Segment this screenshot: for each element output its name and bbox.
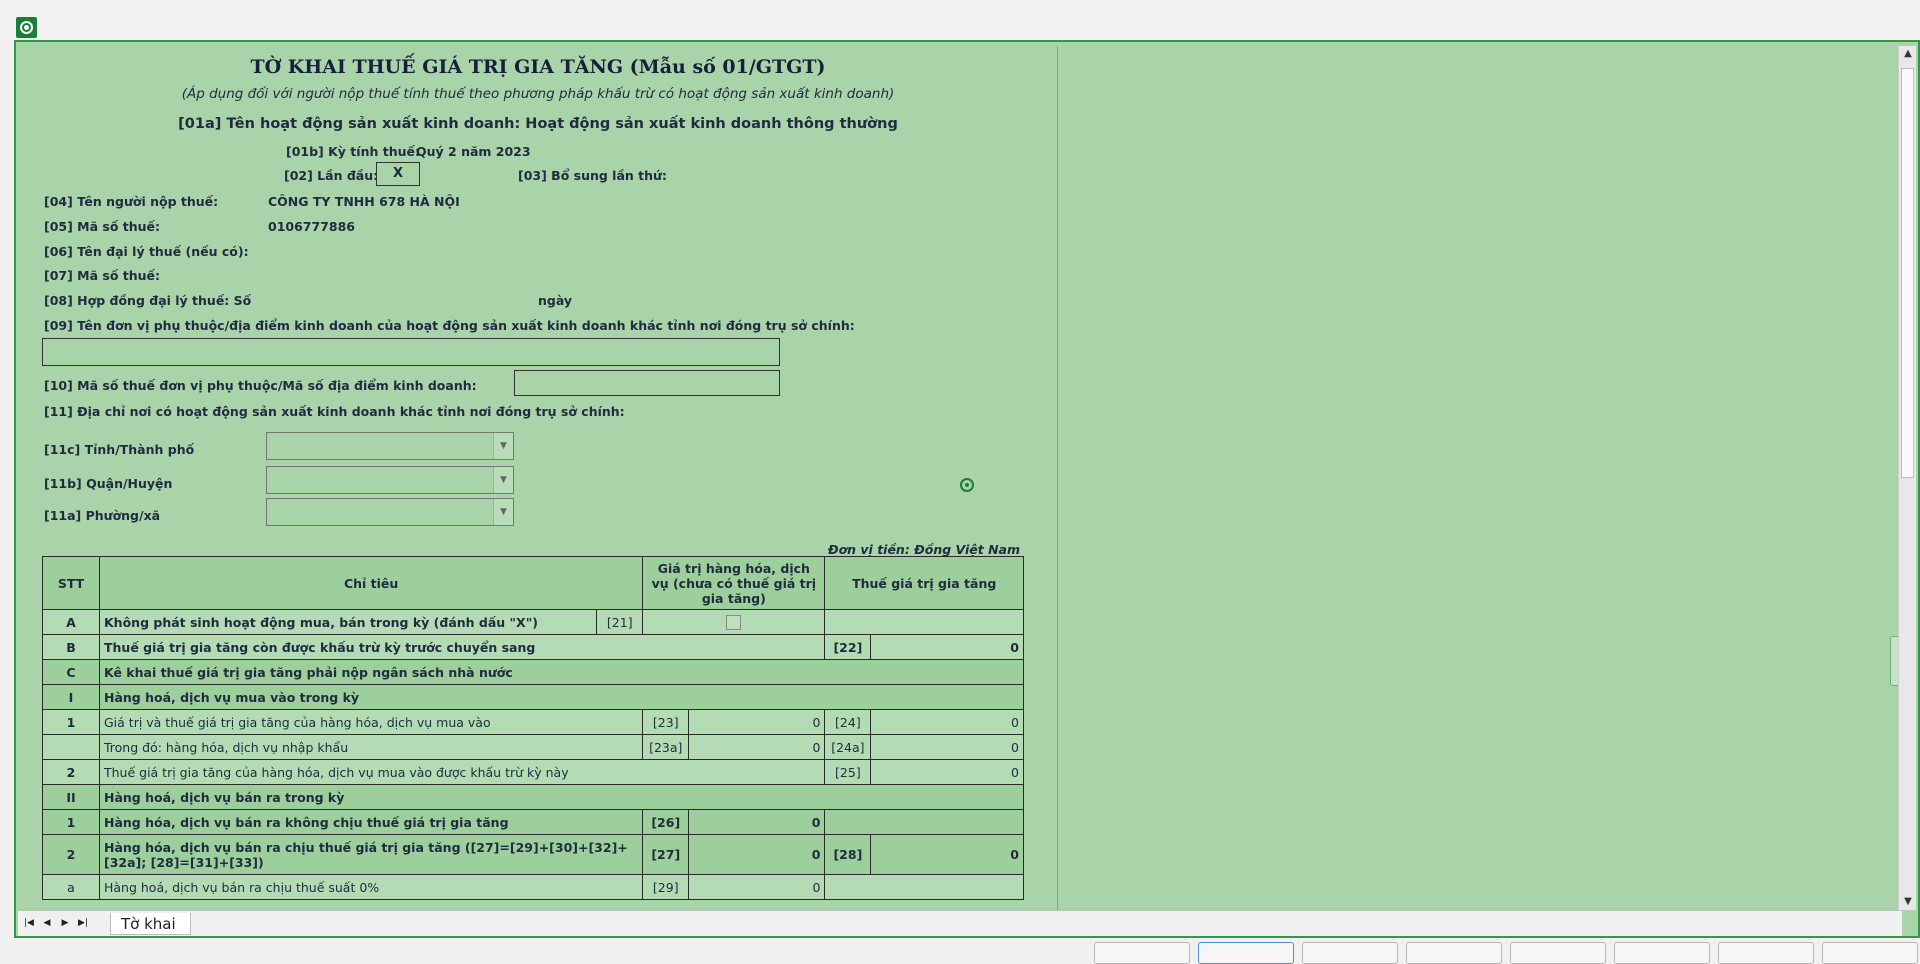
top-bar [0, 0, 1920, 40]
app-logo-icon[interactable] [16, 17, 37, 38]
district-label: [11b] Quận/Huyện [44, 476, 173, 491]
first-time-label: [02] Lần đầu: [284, 168, 379, 183]
table-row: Trong đó: hàng hóa, dịch vụ nhập khẩu [2… [42, 734, 1024, 760]
action-button[interactable] [1094, 942, 1190, 964]
scroll-up-icon[interactable]: ▲ [1899, 46, 1917, 62]
table-row: 1 Giá trị và thuế giá trị gia tăng của h… [42, 709, 1024, 735]
chevron-down-icon[interactable]: ▼ [493, 499, 513, 525]
chevron-down-icon[interactable]: ▼ [493, 433, 513, 459]
tab-to-khai[interactable]: Tờ khai [110, 913, 191, 935]
agent-contract-date-label: ngày [538, 293, 573, 308]
first-sheet-icon[interactable]: |◀ [22, 915, 36, 931]
header-stt: STT [42, 556, 100, 610]
last-sheet-icon[interactable]: ▶| [76, 915, 90, 931]
tax-code-label: [05] Mã số thuế: [44, 219, 161, 234]
action-button[interactable] [1822, 942, 1918, 964]
next-sheet-icon[interactable]: ▶ [58, 915, 72, 931]
tax-period-value: Quý 2 năm 2023 [416, 144, 531, 159]
header-gia-tri: Giá trị hàng hóa, dịch vụ (chưa có thuế … [642, 556, 826, 610]
declaration-table: STT Chỉ tiêu Giá trị hàng hóa, dịch vụ (… [42, 556, 1024, 900]
tax-code-value: 0106777886 [268, 219, 355, 234]
province-label: [11c] Tỉnh/Thành phố [44, 442, 195, 457]
table-row: 2 Thuế giá trị gia tăng của hàng hóa, dị… [42, 759, 1024, 785]
table-row: a Hàng hoá, dịch vụ bán ra chịu thuế suấ… [42, 874, 1024, 900]
tax-period-label: [01b] Kỳ tính thuế: [286, 144, 420, 159]
chevron-down-icon[interactable]: ▼ [493, 467, 513, 493]
currency-unit: Đơn vị tiền: Đồng Việt Nam [828, 542, 1020, 557]
table-row: II Hàng hoá, dịch vụ bán ra trong kỳ [42, 784, 1024, 810]
table-row: B Thuế giá trị gia tăng còn được khấu tr… [42, 634, 1024, 660]
prev-sheet-icon[interactable]: ◀ [40, 915, 54, 931]
taxpayer-name-value: CÔNG TY TNHH 678 HÀ NỘI [268, 194, 460, 209]
action-button[interactable] [1718, 942, 1814, 964]
header-thue: Thuế giá trị gia tăng [824, 556, 1024, 610]
action-button[interactable] [1614, 942, 1710, 964]
tax-agent-label: [06] Tên đại lý thuế (nếu có): [44, 244, 249, 259]
branch-tax-code-input[interactable] [514, 370, 780, 396]
declaration-sheet: TỜ KHAI THUẾ GIÁ TRỊ GIA TĂNG (Mẫu số 01… [18, 46, 1058, 910]
supplement-label: [03] Bổ sung lần thứ: [518, 168, 667, 183]
branch-tax-code-label: [10] Mã số thuế đơn vị phụ thuộc/Mã số đ… [44, 378, 477, 393]
province-select[interactable]: ▼ [266, 432, 514, 460]
table-row: I Hàng hoá, dịch vụ mua vào trong kỳ [42, 684, 1024, 710]
crosshair-icon [960, 478, 974, 492]
right-pane [1060, 46, 1900, 910]
ward-label: [11a] Phường/xã [44, 508, 161, 523]
scrollbar-thumb[interactable] [1901, 68, 1914, 478]
activity-name-line: [01a] Tên hoạt động sản xuất kinh doanh:… [178, 116, 898, 132]
branch-name-input[interactable] [42, 338, 780, 366]
no-activity-checkbox[interactable] [726, 615, 742, 630]
table-row: A Không phát sinh hoạt động mua, bán tro… [42, 609, 1024, 635]
action-button[interactable] [1406, 942, 1502, 964]
action-button[interactable] [1302, 942, 1398, 964]
vertical-scrollbar[interactable]: ▲ ▼ [1898, 46, 1916, 910]
table-row: 2 Hàng hóa, dịch vụ bán ra chịu thuế giá… [42, 834, 1024, 875]
agent-contract-label: [08] Hợp đồng đại lý thuế: Số [44, 293, 252, 308]
table-row: 1 Hàng hóa, dịch vụ bán ra không chịu th… [42, 809, 1024, 835]
ward-select[interactable]: ▼ [266, 498, 514, 526]
form-frame: TỜ KHAI THUẾ GIÁ TRỊ GIA TĂNG (Mẫu số 01… [14, 40, 1920, 938]
form-title: TỜ KHAI THUẾ GIÁ TRỊ GIA TĂNG (Mẫu số 01… [250, 56, 826, 78]
action-button[interactable] [1198, 942, 1294, 964]
sheet-tab-bar: |◀ ◀ ▶ ▶| Tờ khai [18, 910, 1902, 936]
taxpayer-name-label: [04] Tên người nộp thuế: [44, 194, 219, 209]
form-subtitle: (Áp dụng đối với người nộp thuế tính thu… [181, 86, 895, 102]
table-row: C Kê khai thuế giá trị gia tăng phải nộp… [42, 659, 1024, 685]
scroll-down-icon[interactable]: ▼ [1899, 894, 1917, 910]
action-button[interactable] [1510, 942, 1606, 964]
first-time-checkbox[interactable]: X [376, 162, 420, 186]
agent-tax-code-label: [07] Mã số thuế: [44, 268, 161, 283]
header-chi-tieu: Chỉ tiêu [98, 556, 644, 610]
address-label: [11] Địa chỉ nơi có hoạt động sản xuất k… [44, 404, 625, 419]
branch-name-label: [09] Tên đơn vị phụ thuộc/địa điểm kinh … [44, 318, 855, 333]
district-select[interactable]: ▼ [266, 466, 514, 494]
